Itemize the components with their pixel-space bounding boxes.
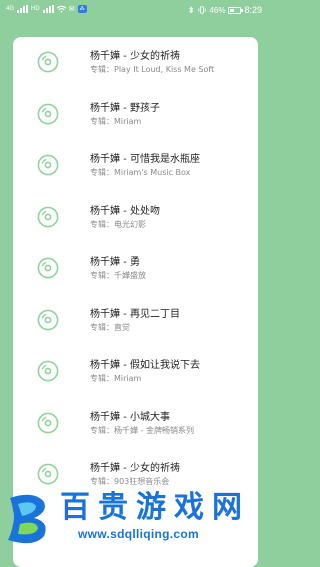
music-disc-icon	[37, 463, 59, 485]
song-item-6[interactable]: 杨千嬅 - 再见二丁目 专辑：直觉	[13, 295, 258, 347]
chat-notification-icon: ✉	[68, 6, 75, 13]
song-title: 杨千嬅 - 勇	[90, 257, 140, 268]
song-title: 杨千嬅 - 可惜我是水瓶座	[90, 154, 200, 165]
app-notification-icon: ⁂	[77, 5, 87, 13]
watermark-url: www.sdqlliqing.com	[78, 527, 199, 541]
song-album: 专辑：直觉	[90, 322, 130, 332]
music-disc-icon	[37, 360, 59, 382]
watermark-banner: 百贵游戏网 www.sdqlliqing.com	[0, 488, 270, 550]
signal-icon	[17, 5, 29, 13]
song-item-1[interactable]: 杨千嬅 - 少女的祈祷 专辑：Play It Loud, Kiss Me Sof…	[13, 37, 258, 89]
song-album: 专辑：电光幻影	[90, 219, 146, 229]
song-title: 杨千嬅 - 处处吻	[90, 205, 160, 217]
music-disc-icon	[37, 257, 59, 279]
music-disc-icon	[37, 103, 59, 124]
battery-level	[230, 8, 235, 12]
song-album: 专辑：Miriam's Music Box	[90, 168, 191, 177]
song-item-7[interactable]: 杨千嬅 - 假如让我说下去 专辑：Miriam	[13, 346, 258, 398]
song-title: 杨千嬅 - 再见二丁目	[90, 308, 180, 320]
song-item-2[interactable]: 杨千嬅 - 野孩子 专辑：Miriam	[13, 89, 258, 141]
music-disc-icon	[37, 412, 59, 433]
song-item-4[interactable]: 杨千嬅 - 处处吻 专辑：电光幻影	[13, 192, 258, 244]
watermark-char-1: 百	[57, 490, 93, 526]
song-title: 杨千嬅 - 少女的祈祷	[90, 463, 180, 474]
status-bar-right: 46% 8:29	[187, 5, 262, 15]
song-title: 杨千嬅 - 假如让我说下去	[90, 360, 200, 371]
status-bar: 4G HD ✉ ⁂ 46% 8:29	[0, 0, 270, 22]
battery-icon	[228, 6, 244, 14]
song-list: 杨千嬅 - 少女的祈祷 专辑：Play It Loud, Kiss Me Sof…	[13, 37, 258, 501]
watermark-logo-icon	[8, 494, 46, 544]
song-album: 专辑：903狂想音乐会	[90, 477, 170, 486]
vibrate-icon	[198, 6, 207, 14]
status-bar-left: 4G HD ✉ ⁂	[6, 5, 87, 13]
wifi-icon	[56, 5, 66, 13]
watermark-char-5: 网	[209, 490, 245, 526]
song-album: 专辑：千嬅盛放	[90, 271, 146, 280]
song-title: 杨千嬅 - 少女的祈祷	[90, 51, 180, 62]
music-disc-icon	[37, 206, 59, 227]
song-album: 专辑：Miriam	[90, 116, 142, 126]
network-badge: HD	[31, 6, 40, 12]
signal-2-icon	[42, 5, 54, 13]
clock: 8:29	[244, 5, 262, 15]
watermark-char-3: 游	[133, 490, 169, 526]
bluetooth-icon	[189, 6, 194, 14]
song-title: 杨千嬅 - 野孩子	[90, 102, 160, 114]
song-item-8[interactable]: 杨千嬅 - 小城大事 专辑：杨千嬅 - 金牌畅销系列	[13, 398, 258, 450]
song-title: 杨千嬅 - 小城大事	[90, 411, 170, 423]
song-item-3[interactable]: 杨千嬅 - 可惜我是水瓶座 专辑：Miriam's Music Box	[13, 140, 258, 192]
song-album: 专辑：Play It Loud, Kiss Me Soft	[90, 65, 215, 74]
music-disc-icon	[37, 154, 59, 176]
song-album: 专辑：杨千嬅 - 金牌畅销系列	[90, 425, 194, 435]
battery-percent: 46%	[209, 5, 226, 15]
song-item-5[interactable]: 杨千嬅 - 勇 专辑：千嬅盛放	[13, 243, 258, 295]
song-album: 专辑：Miriam	[90, 374, 142, 383]
music-disc-icon	[37, 51, 59, 73]
network-type: 4G	[6, 6, 15, 12]
watermark-char-2: 贵	[95, 490, 131, 526]
music-disc-icon	[37, 309, 59, 330]
watermark-title: 百贵游戏网	[57, 490, 245, 526]
watermark-char-4: 戏	[171, 490, 207, 526]
